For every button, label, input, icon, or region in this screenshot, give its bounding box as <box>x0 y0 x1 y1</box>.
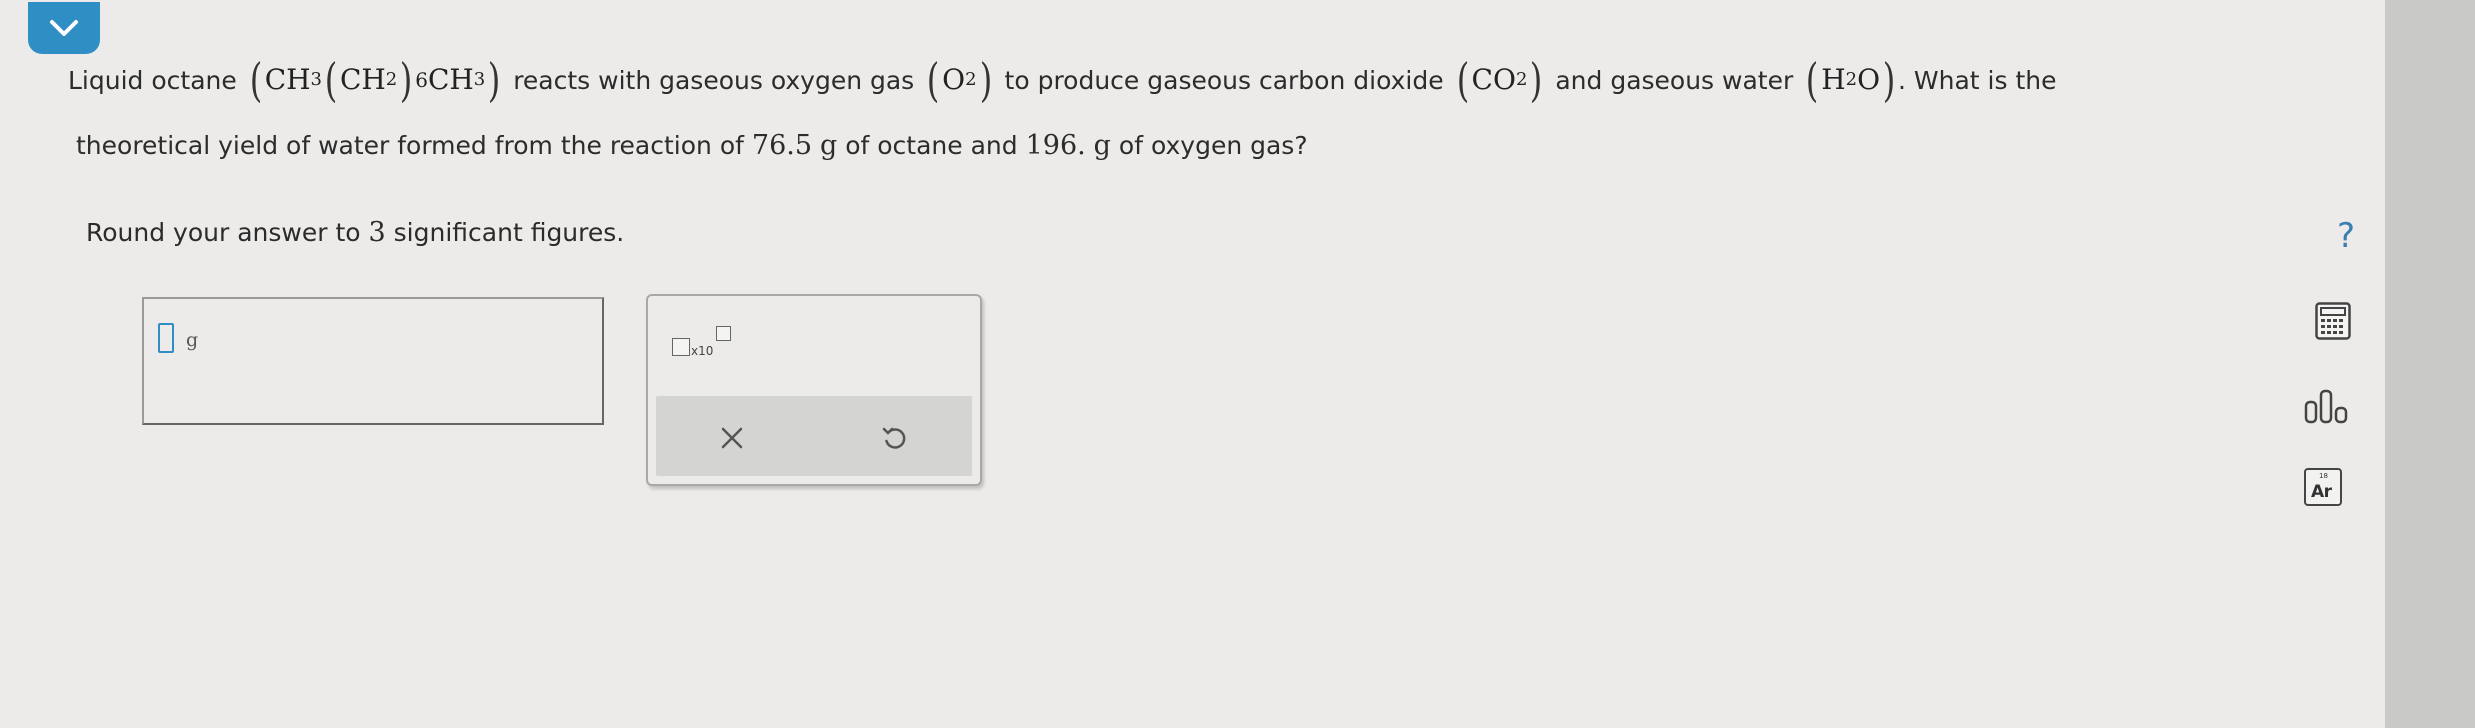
paren-right: ) <box>399 53 413 107</box>
chevron-down-icon <box>50 20 78 36</box>
undo-button[interactable] <box>874 418 914 458</box>
octane-mass: 76.5 <box>751 130 813 161</box>
question-line-2: theoretical yield of water formed from t… <box>76 130 1308 161</box>
palette-actions <box>656 396 972 476</box>
exponent-slot-icon <box>716 326 731 341</box>
octane-formula: ( CH 3 ( CH 2 ) 6 CH 3 ) <box>249 53 501 107</box>
paren-left: ( <box>249 53 263 107</box>
question-segment: reacts with gaseous oxygen gas <box>513 65 915 95</box>
x10-label: x10 <box>691 344 714 358</box>
calculator-icon <box>2315 302 2351 340</box>
carbon-dioxide-formula: ( CO 2 ) <box>1456 53 1543 107</box>
answer-unit: g <box>186 329 199 351</box>
scientific-notation-button[interactable]: x10 <box>670 324 734 364</box>
close-icon <box>721 427 743 449</box>
question-segment: to produce gaseous carbon dioxide <box>1004 65 1444 95</box>
periodic-table-icon: 18 Ar <box>2304 468 2342 506</box>
paren-right: ) <box>487 53 501 107</box>
question-segment: . What is the <box>1898 65 2057 95</box>
paren-left: ( <box>324 53 338 107</box>
periodic-table-button[interactable]: 18 Ar <box>2304 468 2344 508</box>
data-chart-button[interactable] <box>2304 388 2352 428</box>
rounding-instruction: Round your answer to 3 significant figur… <box>86 217 625 248</box>
oxygen-formula: ( O2 ) <box>926 53 992 107</box>
clear-button[interactable] <box>712 418 752 458</box>
oxygen-mass: 196. <box>1025 130 1086 161</box>
undo-icon <box>882 427 906 449</box>
question-segment: and gaseous water <box>1555 65 1794 95</box>
bar-chart-icon <box>2304 389 2348 424</box>
right-scroll-strip <box>2385 0 2475 728</box>
question-line-1: Liquid octane ( CH 3 ( CH 2 ) 6 CH 3 ) react… <box>68 40 2057 120</box>
answer-input[interactable]: g <box>142 297 604 425</box>
help-button[interactable]: ? <box>2326 214 2366 258</box>
calculator-button[interactable] <box>2315 302 2355 342</box>
water-formula: ( H2O ) <box>1805 53 1896 107</box>
mantissa-slot-icon <box>672 338 690 356</box>
answer-cursor-slot[interactable] <box>158 323 174 353</box>
question-segment: Liquid octane <box>68 65 237 95</box>
math-palette: x10 <box>646 294 982 486</box>
